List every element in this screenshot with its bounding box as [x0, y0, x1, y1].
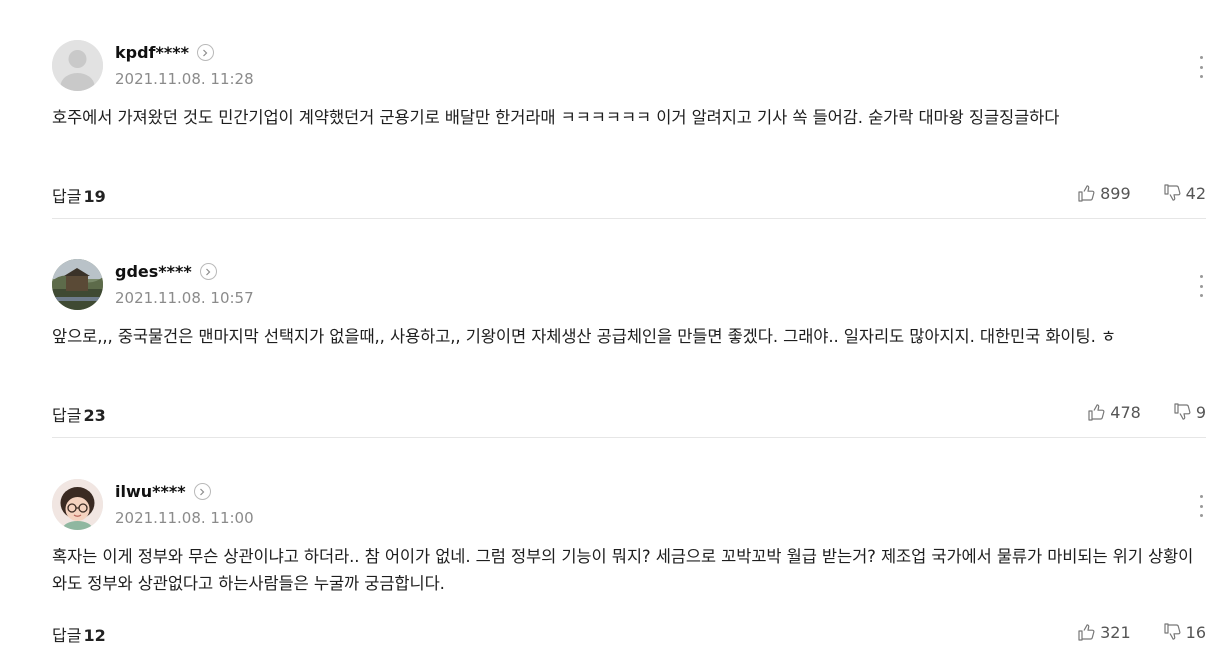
comment-item: kpdf**** 2021.11.08. 11:28 호주에서 가져왔던 것도 …	[0, 0, 1226, 219]
avatar[interactable]	[52, 259, 103, 310]
vote-group: 899 42	[1076, 183, 1206, 203]
comment-text: 혹자는 이게 정부와 무슨 상관이냐고 하더라.. 참 어이가 없네. 그럼 정…	[52, 547, 1194, 593]
thumbs-up-icon	[1078, 624, 1095, 641]
vote-group: 478 9	[1086, 402, 1206, 422]
username[interactable]: kpdf****	[115, 43, 189, 62]
chevron-right-circle-icon[interactable]	[196, 44, 214, 61]
like-count: 321	[1100, 622, 1131, 642]
reply-count: 23	[83, 406, 106, 425]
thumbs-up-icon	[1088, 404, 1105, 421]
chevron-right-circle-icon[interactable]	[193, 483, 211, 500]
thumbs-down-icon	[1164, 184, 1181, 201]
comment-item: ilwu**** 2021.11.08. 11:00 혹자는 이게 정부와 무슨…	[0, 439, 1226, 657]
comment-text: 앞으로,,, 중국물건은 맨마지막 선택지가 없을때,, 사용하고,, 기왕이면…	[52, 327, 1116, 346]
chevron-right-circle-icon[interactable]	[199, 263, 217, 280]
reply-count: 12	[83, 626, 106, 645]
reply-button[interactable]: 답글 23	[52, 402, 106, 426]
avatar[interactable]	[52, 40, 103, 91]
landscape-photo-icon	[52, 259, 103, 310]
comment-text: 호주에서 가져왔던 것도 민간기업이 계약했던거 군용기로 배달만 한거라매 ㅋ…	[52, 108, 1060, 127]
username[interactable]: ilwu****	[115, 482, 186, 501]
avatar[interactable]	[52, 479, 103, 530]
like-count: 899	[1100, 183, 1131, 203]
comment-item: gdes**** 2021.11.08. 10:57 앞으로,,, 중국물건은 …	[0, 219, 1226, 438]
dislike-button[interactable]: 42	[1162, 183, 1206, 203]
reply-count: 19	[83, 187, 106, 206]
vertical-ellipsis-icon[interactable]	[1196, 275, 1206, 297]
like-button[interactable]: 899	[1076, 183, 1131, 203]
like-button[interactable]: 321	[1076, 622, 1131, 642]
reply-label: 답글	[52, 626, 82, 645]
reply-label: 답글	[52, 187, 82, 206]
vertical-ellipsis-icon[interactable]	[1196, 56, 1206, 78]
user-info: ilwu****	[115, 482, 211, 501]
cartoon-person-icon	[52, 479, 103, 530]
reply-button[interactable]: 답글 19	[52, 183, 106, 207]
thumbs-down-icon	[1174, 403, 1191, 420]
vertical-ellipsis-icon[interactable]	[1196, 495, 1206, 517]
dislike-count: 9	[1195, 402, 1206, 422]
thumbs-down-icon	[1164, 623, 1181, 640]
comment-date: 2021.11.08. 11:28	[115, 70, 254, 88]
dislike-button[interactable]: 16	[1162, 622, 1206, 642]
like-button[interactable]: 478	[1086, 402, 1141, 422]
user-info: gdes****	[115, 262, 217, 281]
like-count: 478	[1110, 402, 1141, 422]
reply-label: 답글	[52, 406, 82, 425]
dislike-count: 42	[1185, 183, 1206, 203]
comment-date: 2021.11.08. 10:57	[115, 289, 254, 307]
dislike-button[interactable]: 9	[1172, 402, 1206, 422]
divider	[52, 437, 1206, 438]
username[interactable]: gdes****	[115, 262, 192, 281]
dislike-count: 16	[1185, 622, 1206, 642]
vote-group: 321 16	[1076, 622, 1206, 642]
user-info: kpdf****	[115, 43, 214, 62]
reply-button[interactable]: 답글 12	[52, 622, 106, 646]
thumbs-up-icon	[1078, 185, 1095, 202]
comment-date: 2021.11.08. 11:00	[115, 509, 254, 527]
default-avatar-icon	[52, 40, 103, 91]
